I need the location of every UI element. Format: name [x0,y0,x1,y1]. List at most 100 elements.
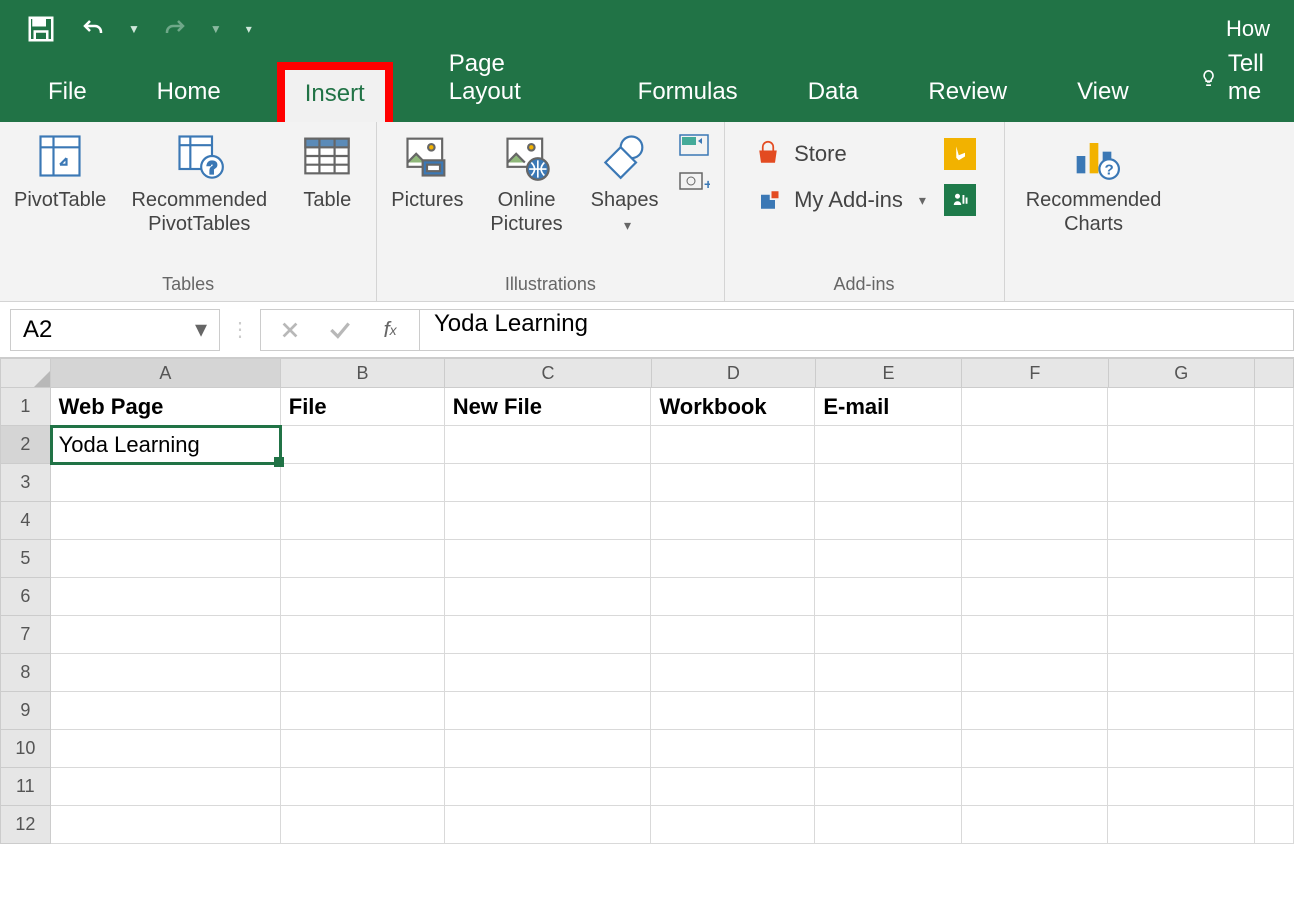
shapes-button[interactable]: Shapes▾ [590,130,660,236]
cell-F6[interactable] [962,578,1108,616]
tab-page-layout[interactable]: Page Layout [435,36,582,122]
cell-edge-8[interactable] [1255,654,1294,692]
cell-D1[interactable]: Workbook [651,388,815,426]
row-header-11[interactable]: 11 [0,768,51,806]
tab-data[interactable]: Data [794,64,873,122]
screenshot-icon[interactable]: + [678,166,710,196]
cell-C6[interactable] [445,578,652,616]
cell-B1[interactable]: File [281,388,445,426]
cell-G5[interactable] [1108,540,1254,578]
col-header-B[interactable]: B [281,358,445,388]
cell-F5[interactable] [962,540,1108,578]
cell-C7[interactable] [445,616,652,654]
bing-maps-icon[interactable] [944,138,976,170]
fill-handle[interactable] [274,457,284,467]
save-icon[interactable] [24,12,58,46]
cell-G6[interactable] [1108,578,1254,616]
cell-F7[interactable] [962,616,1108,654]
cell-edge-4[interactable] [1255,502,1294,540]
people-graph-icon[interactable] [944,184,976,216]
select-all-corner[interactable] [0,358,51,388]
cell-F12[interactable] [962,806,1108,844]
cell-G11[interactable] [1108,768,1254,806]
my-addins-button[interactable]: My Add-ins ▾ [752,184,926,216]
cell-C12[interactable] [445,806,652,844]
cell-C8[interactable] [445,654,652,692]
cell-edge-3[interactable] [1255,464,1294,502]
cell-D2[interactable] [651,426,815,464]
cell-E11[interactable] [815,768,961,806]
cell-D4[interactable] [651,502,815,540]
pivottable-button[interactable]: PivotTable [14,130,106,212]
tab-formulas[interactable]: Formulas [624,64,752,122]
col-header-F[interactable]: F [962,358,1108,388]
cell-C3[interactable] [445,464,652,502]
row-header-9[interactable]: 9 [0,692,51,730]
cell-E7[interactable] [815,616,961,654]
cell-B7[interactable] [281,616,445,654]
cell-B12[interactable] [281,806,445,844]
cell-edge-2[interactable] [1255,426,1294,464]
fx-icon[interactable]: fx [377,317,403,343]
cell-B4[interactable] [281,502,445,540]
tab-home[interactable]: Home [143,64,235,122]
cell-E8[interactable] [815,654,961,692]
cell-D3[interactable] [651,464,815,502]
cell-edge-10[interactable] [1255,730,1294,768]
smartart-icon[interactable] [678,130,710,160]
tab-tell-me[interactable]: Tell me [1185,36,1294,122]
col-header-E[interactable]: E [816,358,962,388]
cell-E2[interactable] [815,426,961,464]
cell-D5[interactable] [651,540,815,578]
pictures-button[interactable]: Pictures [391,130,463,212]
row-header-7[interactable]: 7 [0,616,51,654]
cell-D12[interactable] [651,806,815,844]
cell-G3[interactable] [1108,464,1254,502]
cell-F8[interactable] [962,654,1108,692]
cell-A12[interactable] [51,806,281,844]
cell-D8[interactable] [651,654,815,692]
undo-dropdown-icon[interactable]: ▼ [128,22,140,36]
cell-A11[interactable] [51,768,281,806]
qat-customize-icon[interactable]: ▾ [246,22,252,36]
cell-A10[interactable] [51,730,281,768]
cell-C5[interactable] [445,540,652,578]
row-header-10[interactable]: 10 [0,730,51,768]
cell-G12[interactable] [1108,806,1254,844]
cell-edge-12[interactable] [1255,806,1294,844]
cell-A5[interactable] [51,540,281,578]
cell-A8[interactable] [51,654,281,692]
cell-E10[interactable] [815,730,961,768]
col-header-A[interactable]: A [51,358,281,388]
cell-E9[interactable] [815,692,961,730]
cell-E3[interactable] [815,464,961,502]
col-header-D[interactable]: D [652,358,816,388]
row-header-1[interactable]: 1 [0,388,51,426]
name-box-dropdown-icon[interactable]: ▾ [195,315,207,344]
cell-A7[interactable] [51,616,281,654]
cell-F11[interactable] [962,768,1108,806]
row-header-3[interactable]: 3 [0,464,51,502]
cell-E1[interactable]: E-mail [815,388,961,426]
table-button[interactable]: Table [292,130,362,212]
cell-A6[interactable] [51,578,281,616]
cell-F1[interactable] [962,388,1108,426]
cell-B9[interactable] [281,692,445,730]
cell-A1[interactable]: Web Page [51,388,281,426]
cell-edge-5[interactable] [1255,540,1294,578]
cell-D6[interactable] [651,578,815,616]
cell-A4[interactable] [51,502,281,540]
cell-G2[interactable] [1108,426,1254,464]
row-header-5[interactable]: 5 [0,540,51,578]
cell-F3[interactable] [962,464,1108,502]
cell-F4[interactable] [962,502,1108,540]
cell-B3[interactable] [281,464,445,502]
recommended-charts-button[interactable]: ? Recommended Charts [1019,130,1169,236]
cell-B11[interactable] [281,768,445,806]
cell-D10[interactable] [651,730,815,768]
tab-insert[interactable]: Insert [277,62,393,122]
cell-B10[interactable] [281,730,445,768]
online-pictures-button[interactable]: Online Pictures [482,130,572,236]
cell-edge-11[interactable] [1255,768,1294,806]
cancel-icon[interactable] [277,317,303,343]
